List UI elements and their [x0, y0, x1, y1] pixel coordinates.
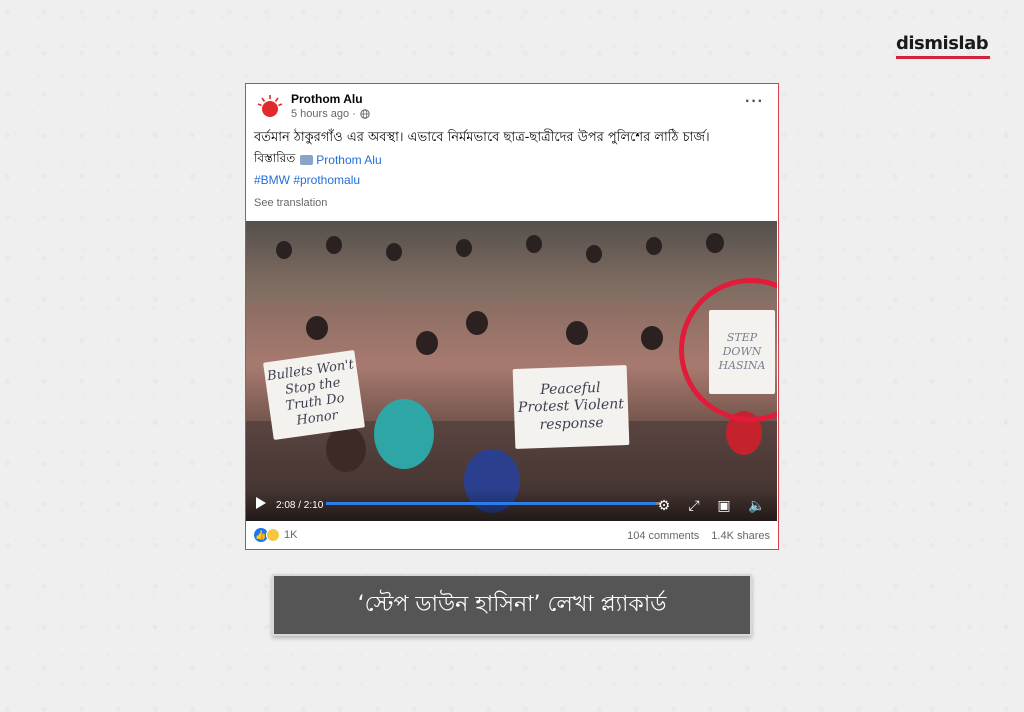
- video-controls: 2:08 / 2:10 ⚙ ⤢ ▣ 🔈: [246, 489, 777, 521]
- progress-fill: [326, 502, 656, 505]
- crowd-head: [566, 321, 588, 345]
- crowd-head: [456, 239, 472, 257]
- post-caption: বর্তমান ঠাকুরগাঁও এর অবস্থা। এভাবে নির্ম…: [254, 130, 710, 145]
- settings-gear-icon[interactable]: ⚙: [656, 497, 672, 513]
- crowd-head: [706, 233, 724, 253]
- link-emoji-icon: [300, 155, 314, 165]
- crowd-head: [326, 236, 342, 254]
- page-name[interactable]: Prothom Alu: [291, 92, 363, 106]
- crowd-head: [276, 241, 292, 259]
- brand-underline: [896, 56, 990, 59]
- placard-peaceful-protest: Peaceful Protest Violent response: [512, 365, 630, 449]
- teal-headscarf: [374, 399, 434, 469]
- facebook-post-card: Prothom Alu 5 hours ago · ··· বর্তমান ঠা…: [245, 83, 779, 550]
- details-prefix: বিস্তারিত: [254, 151, 296, 165]
- caption-label: ‘স্টেপ ডাউন হাসিনা’ লেখা প্ল্যাকার্ড: [272, 574, 752, 636]
- shares-count[interactable]: 1.4K shares: [711, 530, 770, 542]
- comments-count[interactable]: 104 comments: [627, 530, 699, 542]
- post-meta: 5 hours ago ·: [291, 108, 370, 120]
- crowd-head: [646, 237, 662, 255]
- crowd-head: [641, 326, 663, 350]
- crowd-head: [586, 245, 602, 263]
- see-translation-link[interactable]: See translation: [254, 197, 327, 209]
- placard-bullets: Bullets Won't Stop the Truth Do Honor: [263, 349, 365, 441]
- crowd-head: [526, 235, 542, 253]
- video-time: 2:08 / 2:10: [276, 500, 324, 511]
- brand-logo: dismislab: [896, 33, 989, 54]
- reactions-count: 1K: [284, 529, 298, 541]
- crowd-head: [466, 311, 488, 335]
- post-stats: 104 comments 1.4K shares: [627, 530, 770, 542]
- hashtags[interactable]: #BMW #prothomalu: [254, 173, 360, 187]
- play-icon[interactable]: [256, 497, 266, 509]
- sun-logo-icon: [257, 95, 283, 117]
- globe-icon: [360, 109, 370, 119]
- crowd-head: [416, 331, 438, 355]
- fullscreen-icon[interactable]: ⤢: [686, 497, 702, 513]
- sad-reaction-icon: [266, 528, 280, 542]
- details-link[interactable]: Prothom Alu: [316, 153, 381, 167]
- reactions-summary[interactable]: 👍 1K: [254, 528, 297, 542]
- picture-in-picture-icon[interactable]: ▣: [716, 497, 732, 513]
- page-avatar[interactable]: [256, 93, 284, 121]
- crowd-head: [306, 316, 328, 340]
- post-time[interactable]: 5 hours ago ·: [291, 108, 356, 120]
- volume-muted-icon[interactable]: 🔈: [748, 497, 765, 513]
- more-options-icon[interactable]: ···: [745, 94, 764, 110]
- progress-bar[interactable]: [326, 502, 661, 505]
- video-player[interactable]: Bullets Won't Stop the Truth Do Honor Pe…: [246, 221, 777, 521]
- crowd-head: [386, 243, 402, 261]
- details-row: বিস্তারিত Prothom Alu: [254, 150, 382, 170]
- crowd-head: [326, 426, 366, 472]
